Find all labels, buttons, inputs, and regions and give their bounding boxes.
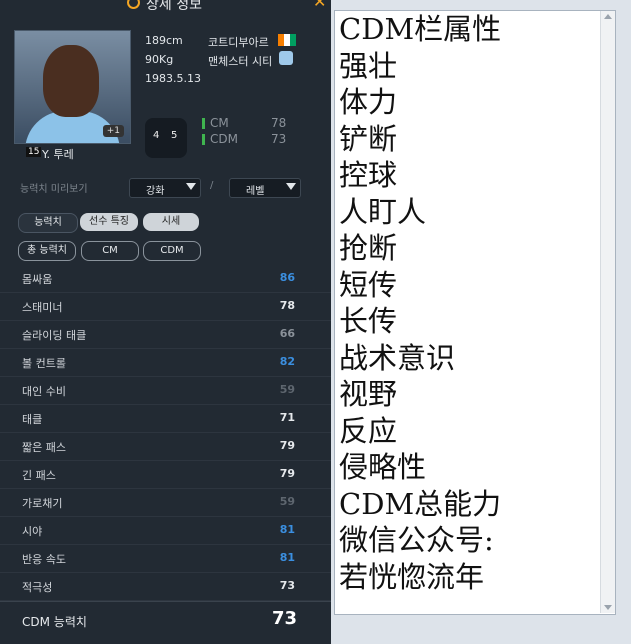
preview-separator: / bbox=[210, 180, 214, 191]
card-plus-badge: +1 bbox=[102, 125, 124, 137]
level-dropdown[interactable]: 레벨 bbox=[229, 178, 301, 198]
player-club: 맨체스터 시티 bbox=[208, 55, 273, 68]
player-photo: +1 bbox=[14, 30, 131, 144]
editor-line: 反应 bbox=[339, 413, 398, 448]
stat-value: 78 bbox=[279, 299, 295, 312]
stat-row: 시야 81 bbox=[0, 516, 331, 545]
subtab-total[interactable]: 총 능력치 bbox=[18, 241, 76, 261]
stat-name: 스태미너 bbox=[22, 301, 63, 314]
stat-row: 가로채기 59 bbox=[0, 488, 331, 517]
stat-row: 스태미너 78 bbox=[0, 292, 331, 321]
editor-line: 视野 bbox=[339, 377, 398, 411]
panel-title: 상세 정보 bbox=[146, 0, 202, 13]
title-bar: 상세 정보 ✕ bbox=[0, 0, 331, 14]
player-detail-panel: 상세 정보 ✕ +1 15 Y. 투레 189cm 90Kg 1983.5.13… bbox=[0, 0, 331, 644]
stat-row: 짧은 패스 79 bbox=[0, 432, 331, 461]
editor-line: 短传 bbox=[339, 267, 398, 302]
total-value: 73 bbox=[271, 608, 297, 629]
stat-value: 59 bbox=[279, 495, 295, 508]
player-number: 15 bbox=[26, 147, 42, 157]
editor-line: 若恍惚流年 bbox=[339, 559, 485, 594]
stat-row: 대인 수비 59 bbox=[0, 376, 331, 405]
stat-row: 적극성 73 bbox=[0, 572, 331, 601]
scroll-up-icon[interactable] bbox=[604, 14, 612, 19]
editor-line: 强壮 bbox=[339, 48, 398, 83]
editor-line: 战术意识 bbox=[339, 340, 456, 375]
pos-cm-label: CM bbox=[210, 116, 229, 130]
skill-left: 4 bbox=[153, 130, 160, 141]
editor-line: 人盯人 bbox=[339, 194, 427, 229]
search-icon bbox=[127, 0, 140, 9]
stat-value: 66 bbox=[279, 327, 295, 340]
cdm-bar bbox=[202, 134, 205, 145]
stat-value: 82 bbox=[279, 355, 295, 368]
editor-line: CDM总能力 bbox=[339, 486, 502, 521]
stat-row: 반응 속도 81 bbox=[0, 544, 331, 573]
stat-name: 적극성 bbox=[22, 581, 53, 594]
stat-name: 반응 속도 bbox=[22, 553, 66, 566]
editor-line: 长传 bbox=[339, 304, 398, 338]
stat-row: 볼 컨트롤 82 bbox=[0, 348, 331, 377]
stat-row: 슬라이딩 태클 66 bbox=[0, 320, 331, 349]
editor-line: 体力 bbox=[339, 85, 398, 119]
stat-name: 긴 패스 bbox=[22, 469, 56, 482]
pos-cm-value: 78 bbox=[271, 116, 287, 130]
stat-name: 가로채기 bbox=[22, 497, 63, 510]
stat-name: 짧은 패스 bbox=[22, 441, 66, 454]
preview-label: 능력치 미리보기 bbox=[20, 184, 88, 195]
editor-line: CDM栏属性 bbox=[339, 12, 502, 46]
stat-value: 81 bbox=[279, 551, 295, 564]
text-editor[interactable]: CDM栏属性 强壮 体力 铲断 控球 人盯人 抢断 短传 长传 战术意识 视野 反应 侵略性 CDM总能力… bbox=[334, 10, 616, 615]
stat-value: 71 bbox=[279, 411, 295, 424]
close-icon[interactable]: ✕ bbox=[313, 0, 326, 11]
player-birth: 1983.5.13 bbox=[145, 72, 201, 85]
club-crest-icon bbox=[279, 51, 293, 65]
subtab-cdm[interactable]: CDM bbox=[143, 241, 201, 261]
chevron-down-icon bbox=[286, 183, 296, 190]
total-rating-row: CDM 능력치 73 bbox=[0, 601, 331, 638]
player-height: 189cm bbox=[145, 34, 183, 47]
stat-value: 86 bbox=[279, 271, 295, 284]
stat-row: 긴 패스 79 bbox=[0, 460, 331, 489]
stat-row: 태클 71 bbox=[0, 404, 331, 433]
player-weight: 90Kg bbox=[145, 53, 174, 66]
subtab-cm[interactable]: CM bbox=[81, 241, 139, 261]
tab-market-price[interactable]: 시세 bbox=[143, 213, 199, 231]
stat-value: 59 bbox=[279, 383, 295, 396]
total-label: CDM 능력치 bbox=[22, 615, 87, 629]
player-name: Y. 투레 bbox=[42, 148, 74, 161]
stat-name: 시야 bbox=[22, 525, 43, 538]
editor-line: 控球 bbox=[339, 158, 398, 192]
editor-line: 微信公众号: bbox=[339, 523, 494, 557]
editor-line: 铲断 bbox=[339, 121, 398, 156]
chevron-down-icon bbox=[186, 183, 196, 190]
pos-cdm-value: 73 bbox=[271, 132, 287, 146]
stat-name: 몸싸움 bbox=[22, 273, 53, 286]
stat-name: 대인 수비 bbox=[22, 385, 66, 398]
scroll-down-icon[interactable] bbox=[604, 605, 612, 610]
stat-name: 볼 컨트롤 bbox=[22, 357, 66, 370]
stat-value: 73 bbox=[279, 579, 295, 592]
skill-moves-box: 4 5 bbox=[145, 118, 187, 158]
editor-line: 侵略性 bbox=[339, 450, 427, 484]
stat-value: 79 bbox=[279, 439, 295, 452]
stat-value: 81 bbox=[279, 523, 295, 536]
enhance-dropdown[interactable]: 강화 bbox=[129, 178, 201, 198]
pos-cdm-label: CDM bbox=[210, 132, 238, 146]
stat-value: 79 bbox=[279, 467, 295, 480]
stat-name: 슬라이딩 태클 bbox=[22, 329, 87, 342]
stat-row: 몸싸움 86 bbox=[0, 264, 331, 293]
nation-flag-icon bbox=[278, 34, 296, 46]
player-nation: 코트디부아르 bbox=[208, 36, 269, 49]
editor-scrollbar[interactable] bbox=[600, 11, 615, 613]
stat-name: 태클 bbox=[22, 413, 43, 426]
tab-player-traits[interactable]: 선수 특징 bbox=[80, 213, 138, 231]
tab-stats[interactable]: 능력치 bbox=[18, 213, 78, 233]
cm-bar bbox=[202, 118, 205, 129]
skill-right: 5 bbox=[171, 130, 178, 141]
editor-line: 抢断 bbox=[339, 231, 398, 265]
